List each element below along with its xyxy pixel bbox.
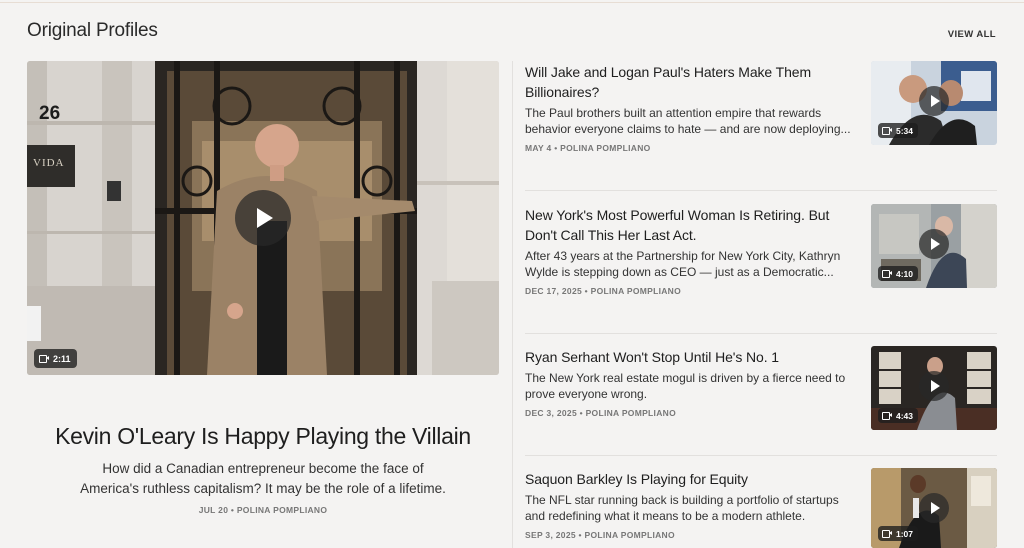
duration-label: 4:10 <box>896 268 914 279</box>
video-duration-badge: 4:10 <box>878 266 919 281</box>
featured-description: How did a Canadian entrepreneur become t… <box>80 461 446 496</box>
item-meta: MAY 4 • POLINA POMPLIANO <box>525 143 651 153</box>
item-divider <box>525 333 997 334</box>
item-video-thumbnail[interactable]: 5:34 <box>871 61 997 145</box>
column-divider <box>512 61 513 548</box>
duration-label: 1:07 <box>896 528 914 539</box>
item-video-thumbnail[interactable]: 4:43 <box>871 346 997 430</box>
video-duration-badge: 2:11 <box>34 349 77 368</box>
item-divider <box>525 455 997 456</box>
featured-video-thumbnail[interactable]: 26 VIDA 2:11 <box>27 61 499 375</box>
video-camera-icon <box>882 530 892 538</box>
duration-label: 4:43 <box>896 410 914 421</box>
featured-meta: JUL 20 • POLINA POMPLIANO <box>198 505 328 515</box>
item-title[interactable]: New York's Most Powerful Woman Is Retiri… <box>525 205 845 245</box>
play-button[interactable] <box>919 229 949 259</box>
building-sign: VIDA <box>33 157 65 169</box>
original-profiles-section: Original Profiles VIEW ALL 26 VIDA 2:11 … <box>0 0 1024 548</box>
video-camera-icon <box>39 355 49 363</box>
play-button[interactable] <box>919 371 949 401</box>
item-meta: DEC 17, 2025 • POLINA POMPLIANO <box>525 286 682 296</box>
video-duration-badge: 1:07 <box>878 526 919 541</box>
item-title[interactable]: Saquon Barkley Is Playing for Equity <box>525 469 845 489</box>
play-button[interactable] <box>919 86 949 116</box>
top-divider <box>0 2 1024 3</box>
item-meta: DEC 3, 2025 • POLINA POMPLIANO <box>525 408 676 418</box>
item-description: The NFL star running back is building a … <box>525 493 839 523</box>
item-title[interactable]: Will Jake and Logan Paul's Haters Make T… <box>525 62 845 102</box>
list-item: Ryan Serhant Won't Stop Until He's No. 1… <box>525 346 997 437</box>
building-number: 26 <box>39 103 61 124</box>
video-duration-badge: 5:34 <box>878 123 919 138</box>
list-item: New York's Most Powerful Woman Is Retiri… <box>525 204 997 296</box>
item-description: After 43 years at the Partnership for Ne… <box>525 249 841 279</box>
list-item: Will Jake and Logan Paul's Haters Make T… <box>525 61 997 153</box>
video-camera-icon <box>882 127 892 135</box>
list-item: Saquon Barkley Is Playing for Equity The… <box>525 468 997 548</box>
play-button[interactable] <box>235 190 291 246</box>
video-camera-icon <box>882 412 892 420</box>
item-divider <box>525 190 997 191</box>
item-description: The Paul brothers built an attention emp… <box>525 106 851 136</box>
view-all-link[interactable]: VIEW ALL <box>948 29 996 40</box>
item-meta: SEP 3, 2025 • POLINA POMPLIANO <box>525 530 675 540</box>
duration-label: 5:34 <box>896 125 914 136</box>
item-title[interactable]: Ryan Serhant Won't Stop Until He's No. 1 <box>525 347 845 367</box>
item-description: The New York real estate mogul is driven… <box>525 371 846 401</box>
video-duration-badge: 4:43 <box>878 408 919 423</box>
item-video-thumbnail[interactable]: 1:07 <box>871 468 997 548</box>
video-camera-icon <box>882 270 892 278</box>
play-button[interactable] <box>919 493 949 523</box>
section-title: Original Profiles <box>27 20 158 41</box>
item-video-thumbnail[interactable]: 4:10 <box>871 204 997 288</box>
duration-label: 2:11 <box>53 353 71 364</box>
featured-title[interactable]: Kevin O'Leary Is Happy Playing the Villa… <box>27 423 499 450</box>
